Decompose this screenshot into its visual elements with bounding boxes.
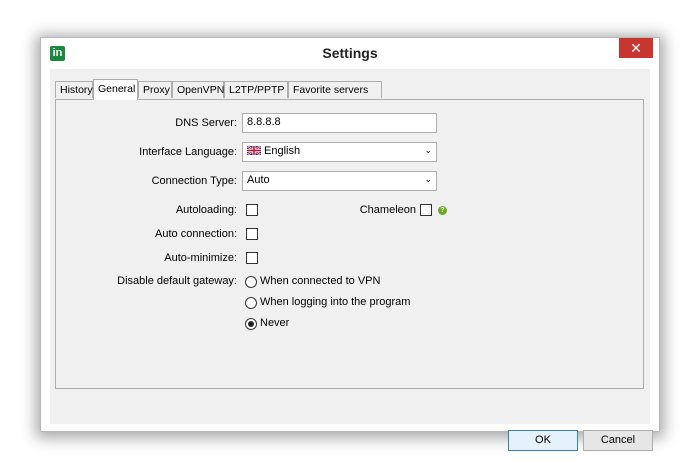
tab-general[interactable]: General [93, 79, 138, 100]
uk-flag-icon [247, 146, 261, 155]
chameleon-label: Chameleon [359, 204, 416, 216]
radio-when-connected[interactable] [245, 276, 257, 288]
auto-connection-checkbox[interactable] [246, 228, 258, 240]
radio-when-logging[interactable] [245, 297, 257, 309]
dns-server-input[interactable]: 8.8.8.8 [242, 113, 437, 133]
autoloading-checkbox[interactable] [246, 204, 258, 216]
radio-never[interactable] [245, 318, 257, 330]
chevron-down-icon: ⌄ [424, 174, 432, 184]
ok-button[interactable]: OK [508, 430, 578, 451]
radio-never-label: Never [260, 317, 290, 329]
connection-type-select[interactable]: Auto ⌄ [242, 171, 437, 191]
help-icon[interactable]: ? [438, 206, 447, 215]
title-bar: in Settings ✕ [41, 38, 659, 68]
cancel-button[interactable]: Cancel [583, 430, 653, 451]
auto-minimize-checkbox[interactable] [246, 252, 258, 264]
general-panel: DNS Server: 8.8.8.8 Interface Language: … [55, 99, 644, 389]
disable-gateway-label: Disable default gateway: [117, 275, 237, 287]
tab-proxy[interactable]: Proxy [138, 81, 172, 98]
tab-l2tp-pptp[interactable]: L2TP/PPTP [224, 81, 288, 98]
tab-favorite-servers[interactable]: Favorite servers [288, 81, 382, 98]
window-title: Settings [322, 45, 378, 61]
radio-when-logging-label: When logging into the program [260, 296, 411, 308]
chameleon-checkbox[interactable] [420, 204, 432, 216]
tab-openvpn[interactable]: OpenVPN [172, 81, 224, 98]
chevron-down-icon: ⌄ [424, 145, 432, 155]
client-area: History General Proxy OpenVPN L2TP/PPTP … [50, 69, 653, 451]
interface-language-select[interactable]: English ⌄ [242, 142, 437, 162]
dns-server-label: DNS Server: [175, 117, 237, 129]
language-value: English [264, 145, 301, 157]
connection-type-value: Auto [247, 174, 270, 186]
interface-language-label: Interface Language: [139, 146, 237, 158]
radio-when-connected-label: When connected to VPN [260, 275, 381, 287]
close-button[interactable]: ✕ [619, 38, 653, 58]
auto-minimize-label: Auto-minimize: [164, 252, 237, 264]
autoloading-label: Autoloading: [175, 204, 237, 216]
tab-history[interactable]: History [55, 81, 93, 98]
connection-type-label: Connection Type: [151, 175, 237, 187]
auto-connection-label: Auto connection: [155, 228, 237, 240]
settings-window: in Settings ✕ History General Proxy Open… [40, 37, 660, 451]
